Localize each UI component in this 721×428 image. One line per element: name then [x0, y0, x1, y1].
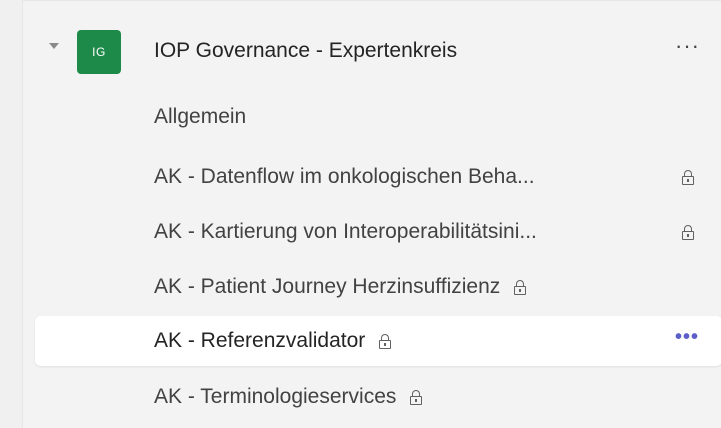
chevron-down-icon[interactable]	[49, 43, 59, 49]
lock-icon	[410, 390, 423, 405]
channel-item-kartierung[interactable]: AK - Kartierung von Interoperabilitätsin…	[35, 207, 721, 257]
team-row[interactable]: IG IOP Governance - Expertenkreis ···	[23, 19, 721, 85]
lock-icon	[379, 334, 392, 349]
team-avatar: IG	[77, 30, 121, 74]
channel-more-options-icon[interactable]: •••	[675, 326, 699, 349]
channel-label: Allgemein	[154, 105, 247, 128]
channel-label: AK - Kartierung von Interoperabilitätsin…	[154, 220, 537, 243]
team-avatar-initials: IG	[92, 45, 106, 59]
channel-item-patient-journey[interactable]: AK - Patient Journey Herzinsuffizienz	[35, 262, 721, 312]
lock-icon	[514, 280, 527, 295]
teams-channel-list: IG IOP Governance - Expertenkreis ··· Al…	[22, 0, 721, 428]
lock-icon	[682, 225, 694, 240]
lock-icon	[682, 170, 694, 185]
channel-item-datenflow[interactable]: AK - Datenflow im onkologischen Beha...	[35, 152, 721, 202]
team-name: IOP Governance - Expertenkreis	[154, 39, 458, 62]
team-more-options-icon[interactable]: ···	[675, 33, 700, 59]
channel-label: AK - Referenzvalidator	[154, 329, 366, 352]
channel-label: AK - Terminologieservices	[154, 385, 397, 408]
channel-item-allgemein[interactable]: Allgemein	[35, 92, 721, 142]
channel-label: AK - Datenflow im onkologischen Beha...	[154, 165, 535, 188]
channel-label: AK - Patient Journey Herzinsuffizienz	[154, 275, 501, 298]
channel-item-referenzvalidator[interactable]: AK - Referenzvalidator •••	[35, 316, 721, 366]
channel-item-terminologieservices[interactable]: AK - Terminologieservices	[35, 372, 721, 422]
